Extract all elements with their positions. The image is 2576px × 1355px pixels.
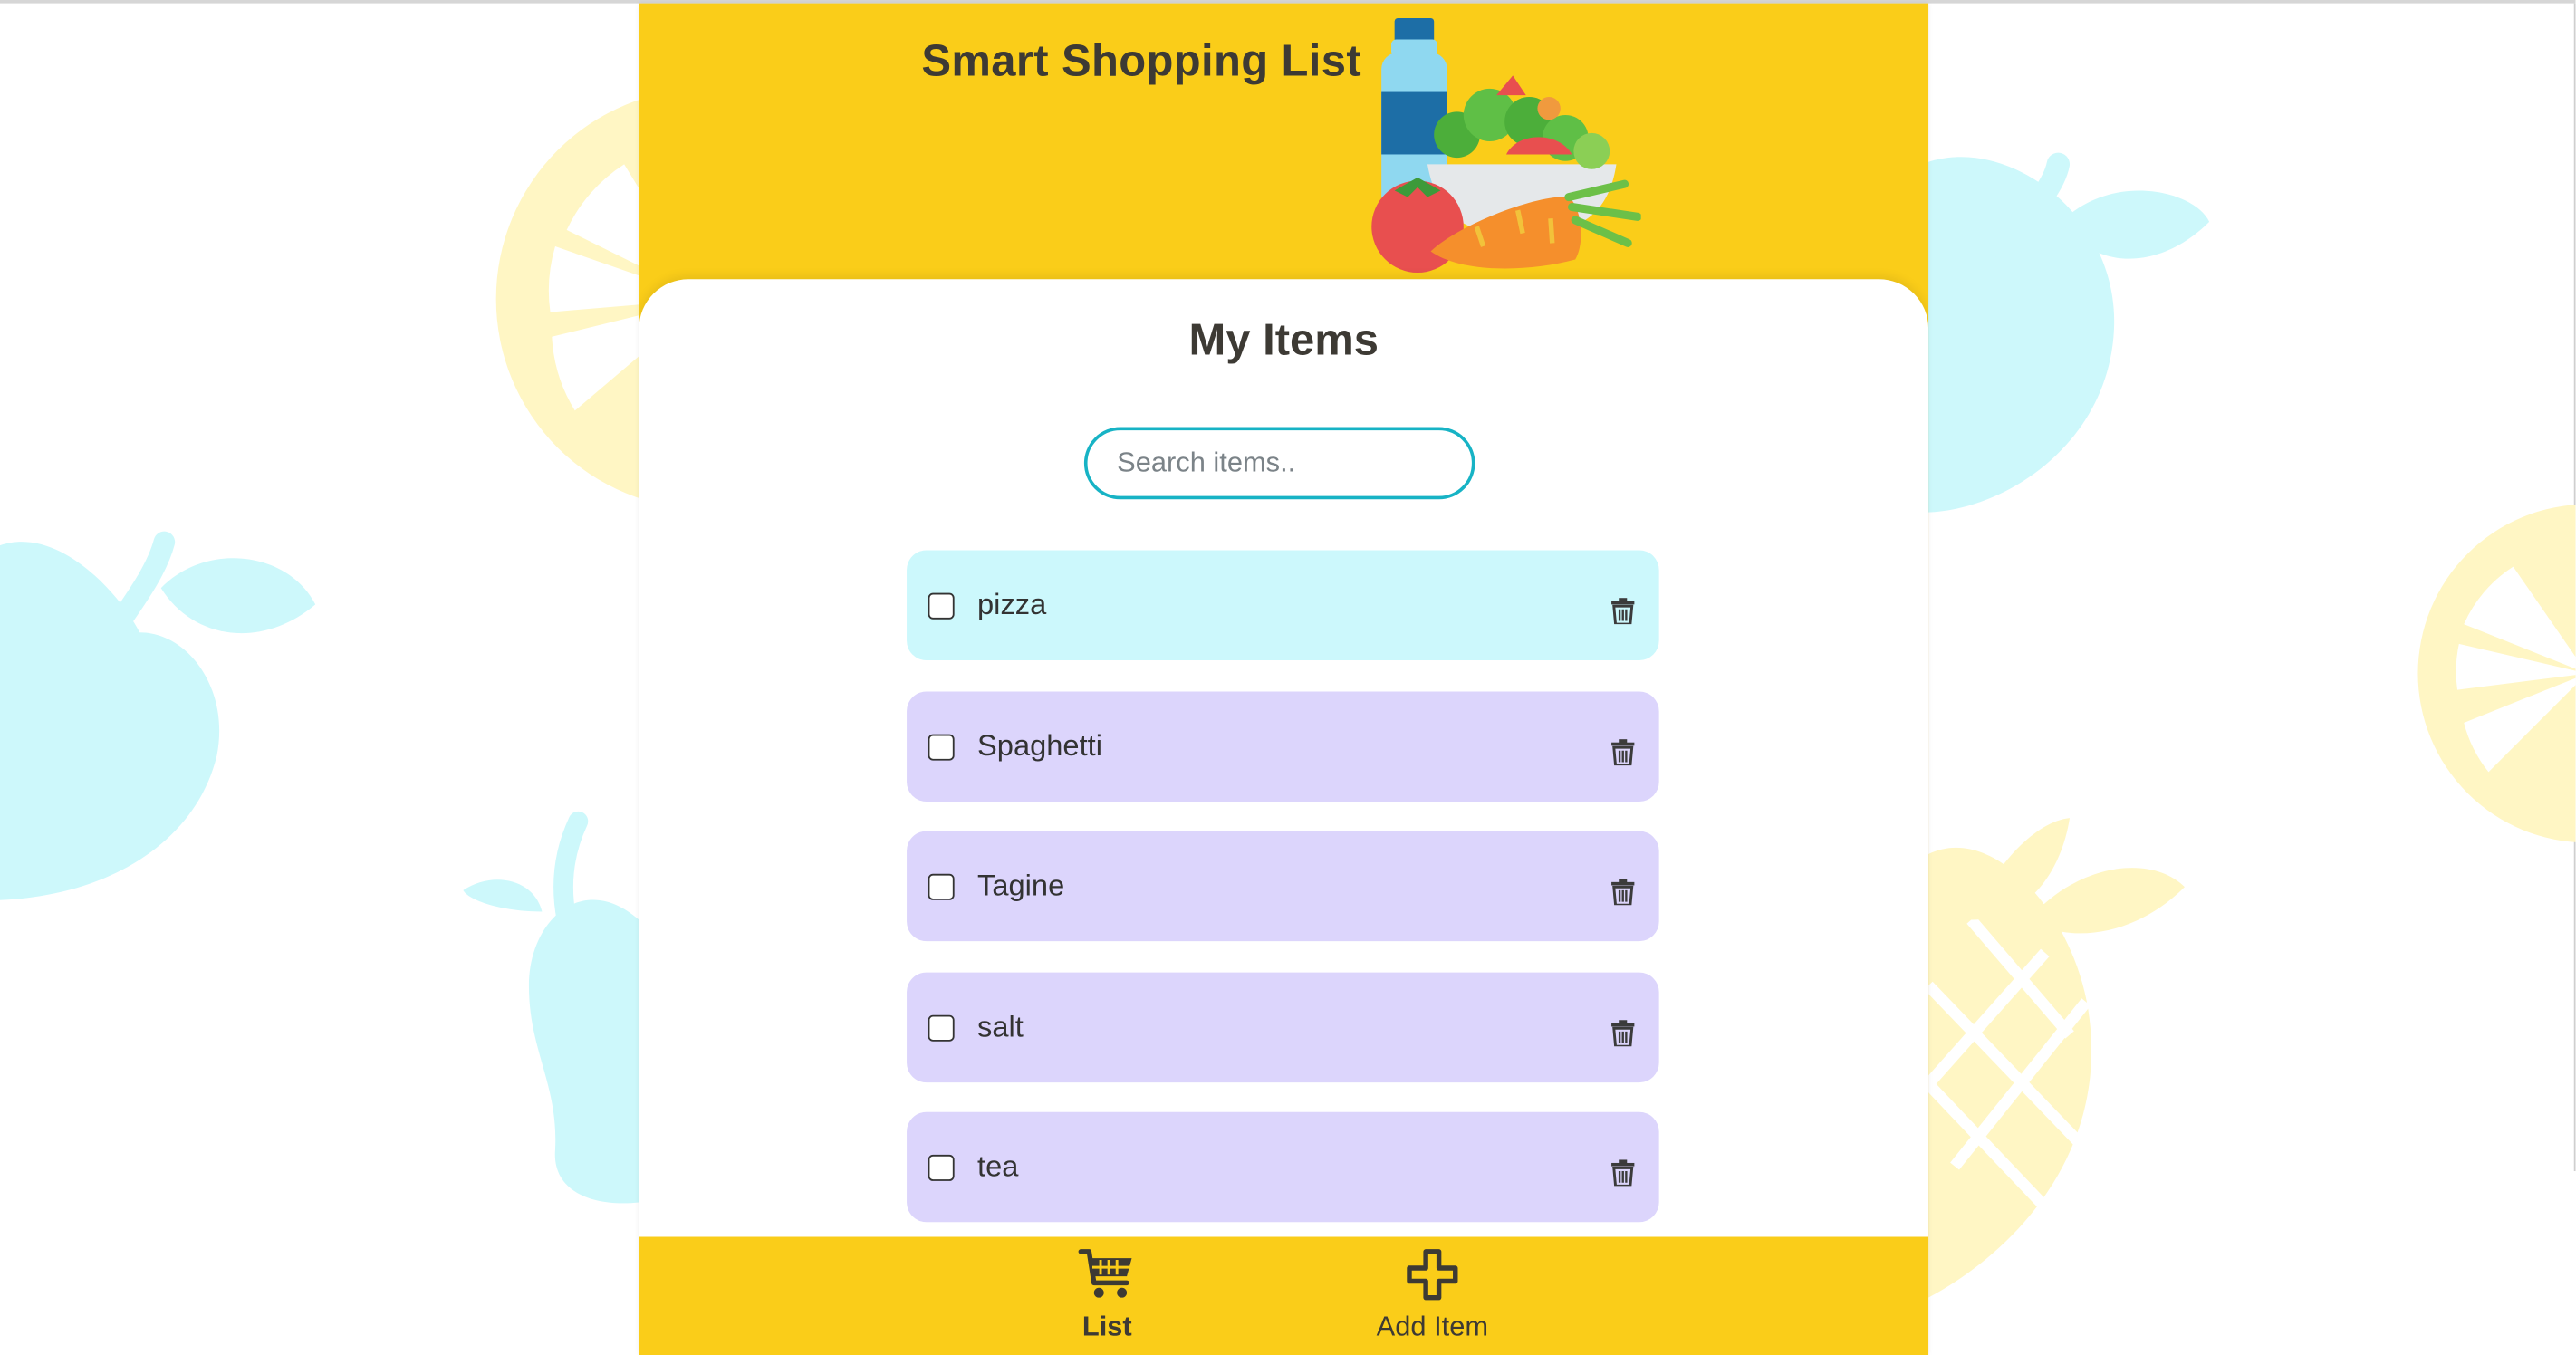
groceries-illustration-icon <box>1371 17 1641 274</box>
nav-list-label: List <box>1081 1311 1132 1342</box>
list-item[interactable]: Spaghetti <box>907 690 1659 802</box>
trash-icon[interactable] <box>1611 879 1635 906</box>
plus-icon <box>1407 1249 1458 1301</box>
trash-icon[interactable] <box>1611 738 1635 765</box>
pineapple-right-icon <box>1924 818 2185 1298</box>
page: Smart Shopping List My Items Search item… <box>0 0 2576 1355</box>
nav-add-item-label: Add Item <box>1376 1311 1489 1342</box>
apple-right-top-icon <box>1921 152 2210 513</box>
nav-add-item-button[interactable]: Add Item <box>1317 1246 1547 1343</box>
list-item[interactable]: pizza <box>907 550 1659 661</box>
trash-icon[interactable] <box>1611 1019 1635 1046</box>
item-checkbox[interactable] <box>928 873 955 900</box>
item-checkbox[interactable] <box>928 1014 955 1041</box>
bottom-nav: List Add Item <box>639 1236 1929 1355</box>
pear-left-icon <box>463 811 639 1204</box>
lemon-slice-right-icon <box>2417 505 2576 842</box>
list-item[interactable]: Tagine <box>907 831 1659 942</box>
item-label: tea <box>977 1149 1019 1183</box>
item-checkbox[interactable] <box>928 592 955 620</box>
search-input[interactable] <box>1083 427 1475 500</box>
item-label: pizza <box>977 588 1047 621</box>
list-item[interactable]: salt <box>907 971 1659 1082</box>
items-panel: My Items pizza <box>639 279 1929 1237</box>
item-checkbox[interactable] <box>928 733 955 760</box>
app-container: Smart Shopping List My Items Search item… <box>639 3 1929 1355</box>
nav-list-button[interactable]: List <box>992 1246 1222 1343</box>
apple-left-icon <box>0 531 316 900</box>
panel-title: My Items <box>1188 315 1379 365</box>
item-label: Spaghetti <box>977 728 1102 762</box>
item-label: Tagine <box>977 869 1065 902</box>
trash-icon[interactable] <box>1611 1159 1635 1187</box>
list-item[interactable]: tea <box>907 1111 1659 1223</box>
item-list: pizza Spaghetti Tagine salt tea <box>907 550 1659 1253</box>
item-checkbox[interactable] <box>928 1154 955 1181</box>
app-title: Smart Shopping List <box>921 35 1362 86</box>
cart-icon <box>1078 1249 1132 1298</box>
item-label: salt <box>977 1009 1024 1043</box>
trash-icon[interactable] <box>1611 598 1635 625</box>
